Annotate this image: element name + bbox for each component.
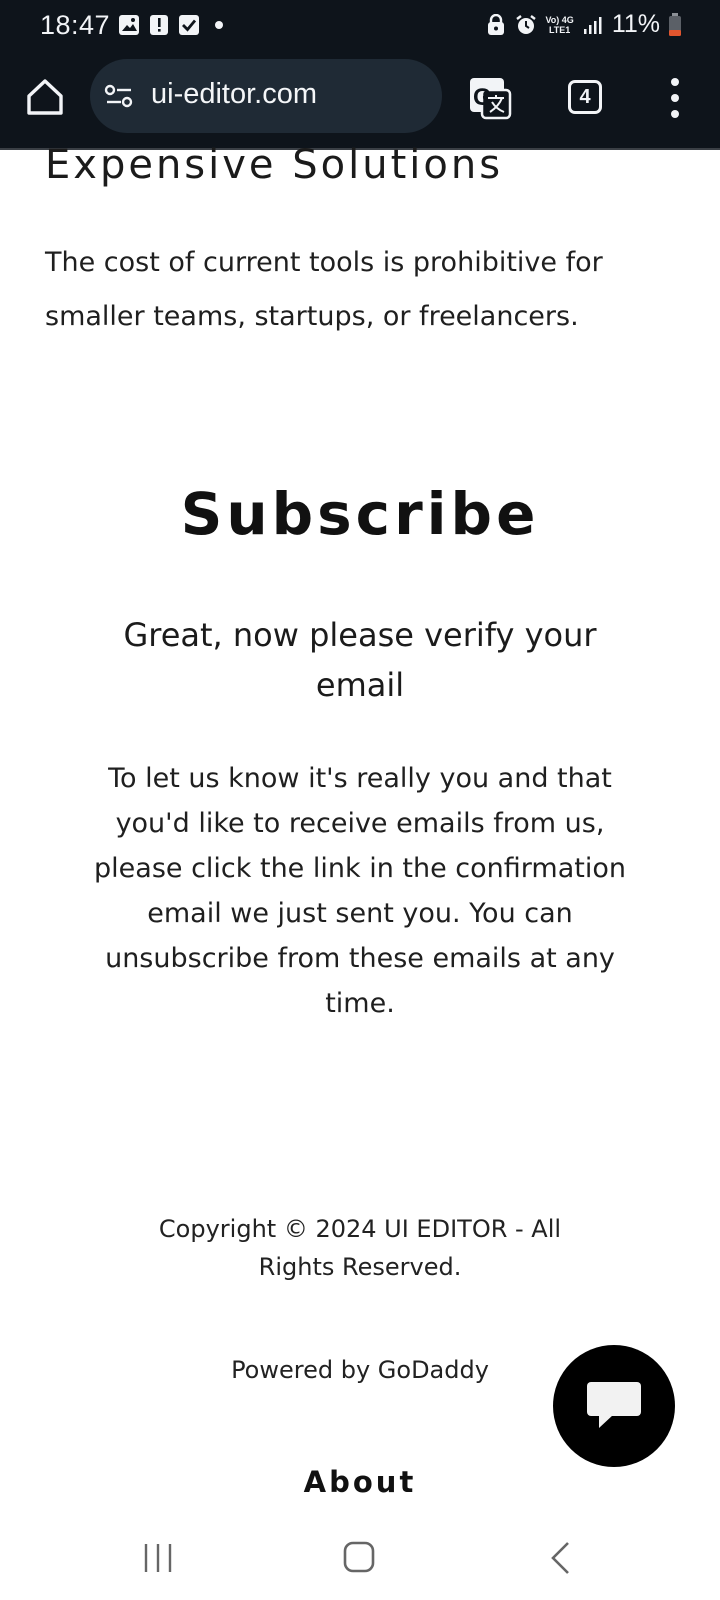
network-indicator: Vo) 4G LTE1 xyxy=(545,15,573,35)
section-heading: Expensive Solutions xyxy=(45,142,504,188)
recent-apps-icon[interactable] xyxy=(142,1542,174,1574)
signal-icon xyxy=(583,16,602,34)
overflow-menu-icon[interactable] xyxy=(662,78,688,118)
lock-icon xyxy=(488,13,505,35)
subscribe-title: Subscribe xyxy=(180,480,540,548)
translate-icon[interactable]: G xyxy=(468,76,512,120)
status-time: 18:47 xyxy=(40,10,111,40)
site-settings-icon[interactable] xyxy=(104,83,134,109)
alarm-icon xyxy=(516,14,537,34)
url-text[interactable]: ui-editor.com xyxy=(151,78,317,111)
battery-icon xyxy=(669,12,681,36)
alert-icon xyxy=(150,15,168,35)
back-icon[interactable] xyxy=(548,1540,572,1576)
copyright: Copyright © 2024 UI EDITOR - All Rights … xyxy=(158,1215,562,1281)
chat-bubble-icon xyxy=(587,1382,641,1428)
verify-body: To let us know it's really you and that … xyxy=(94,763,626,1019)
dot-icon xyxy=(215,21,223,29)
battery-percent: 11% xyxy=(611,10,660,38)
about-link[interactable]: About xyxy=(0,1465,720,1499)
section-body: The cost of current tools is prohibitive… xyxy=(45,247,603,332)
image-icon xyxy=(119,15,139,35)
notification-icons xyxy=(118,14,230,36)
system-nav-bar xyxy=(0,1520,720,1600)
network-label-bottom: LTE1 xyxy=(548,24,571,35)
home-icon[interactable] xyxy=(24,76,66,118)
status-bar: 18:47 Vo) 4G LTE1 11% xyxy=(0,0,720,52)
network-label-top: Vo) 4G xyxy=(545,14,574,25)
chat-button[interactable] xyxy=(553,1345,675,1467)
url-bar[interactable]: ui-editor.com xyxy=(90,59,442,133)
nav-home-icon[interactable] xyxy=(342,1540,376,1574)
tab-switcher-button[interactable]: 4 xyxy=(568,80,602,114)
status-right: Vo) 4G LTE1 11% xyxy=(485,10,682,39)
checkbox-icon xyxy=(179,15,199,35)
screen: 18:47 Vo) 4G LTE1 11% ui-editor.com G 4 … xyxy=(0,0,720,1600)
browser-toolbar: ui-editor.com G 4 xyxy=(0,52,720,150)
verify-heading: Great, now please verify your email xyxy=(123,616,597,704)
